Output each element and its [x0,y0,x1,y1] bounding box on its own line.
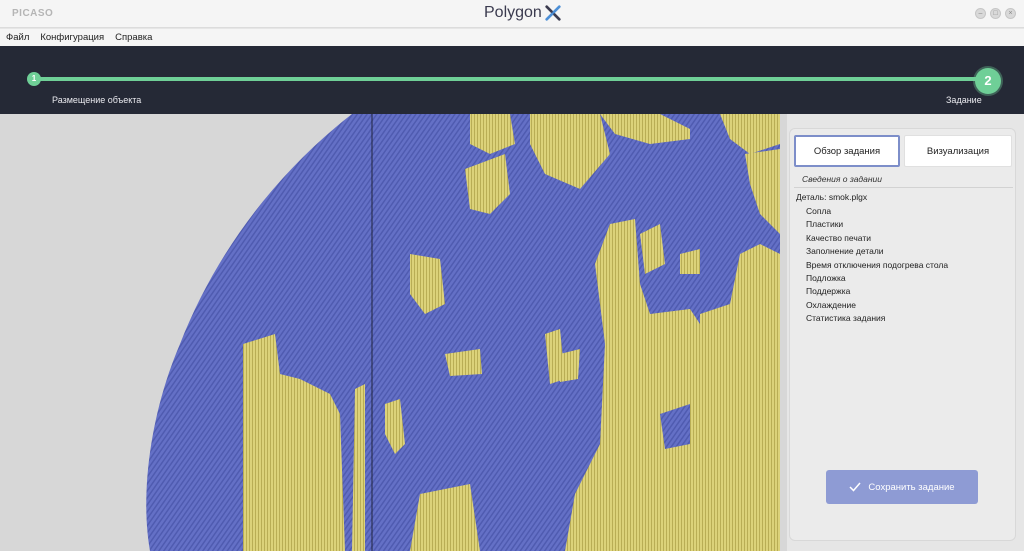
step-1-label: Размещение объекта [52,95,142,105]
app-logo: Polygon [484,4,562,22]
list-item-raft[interactable]: Подложка [806,272,948,285]
menu-bar: Файл Конфигурация Справка [0,29,1024,46]
list-item-bed-heat-off-time[interactable]: Время отключения подогрева стола [806,259,948,272]
step-1-indicator[interactable]: 1 [27,72,41,86]
progress-track [34,77,986,81]
detail-title: Деталь: smok.plgx [796,192,868,202]
list-item-infill[interactable]: Заполнение детали [806,245,948,258]
title-bar: PICASO Polygon – □ × [0,0,1024,28]
list-item-support[interactable]: Поддержка [806,285,948,298]
model-render [146,114,780,551]
3d-viewport[interactable] [0,114,787,551]
list-item-task-statistics[interactable]: Статистика задания [806,312,948,325]
list-item-plastics[interactable]: Пластики [806,218,948,231]
brand-label: PICASO [12,8,54,19]
checkmark-icon [849,482,861,492]
list-item-nozzles[interactable]: Сопла [806,205,948,218]
maximize-icon[interactable]: □ [990,8,1001,19]
tab-task-overview[interactable]: Обзор задания [794,135,900,167]
polygon-x-icon [545,5,561,21]
app-title: Polygon [484,4,542,21]
save-task-label: Сохранить задание [868,481,955,493]
task-settings-list: Сопла Пластики Качество печати Заполнени… [806,205,948,326]
list-item-print-quality[interactable]: Качество печати [806,232,948,245]
close-icon[interactable]: × [1005,8,1016,19]
save-task-button[interactable]: Сохранить задание [826,470,978,504]
minimize-icon[interactable]: – [975,8,986,19]
task-panel: Обзор задания Визуализация Сведения о за… [789,128,1016,541]
divider [794,187,1013,188]
section-caption: Сведения о задании [802,174,882,184]
step-2-label: Задание [946,95,982,105]
step-2-indicator[interactable]: 2 [975,68,1001,94]
menu-help[interactable]: Справка [115,32,152,43]
progress-stepper: 1 2 Размещение объекта Задание [0,46,1024,114]
list-item-cooling[interactable]: Охлаждение [806,299,948,312]
menu-file[interactable]: Файл [6,32,29,43]
menu-configuration[interactable]: Конфигурация [40,32,104,43]
tab-visualization[interactable]: Визуализация [904,135,1012,167]
